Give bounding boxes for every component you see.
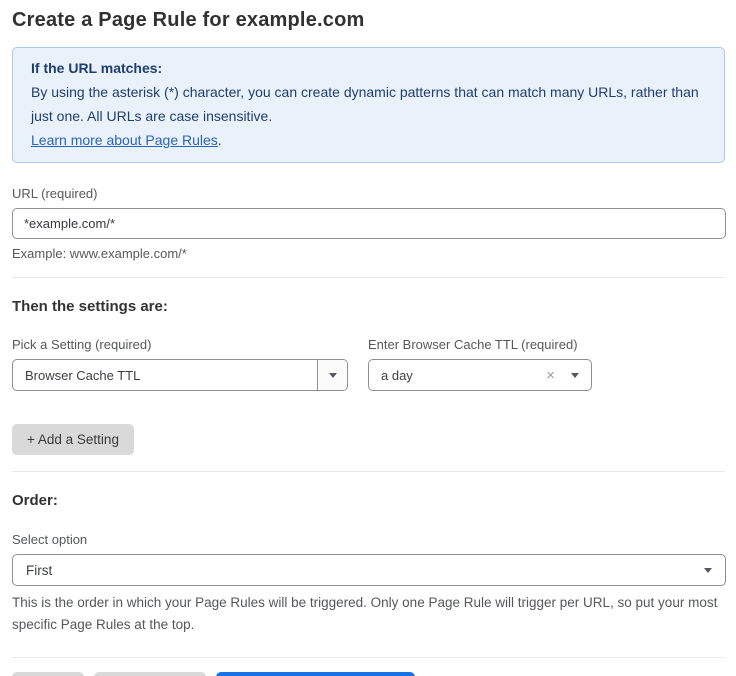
- ttl-picker-column: Enter Browser Cache TTL (required) a day…: [368, 315, 592, 391]
- url-helper-text: Example: www.example.com/*: [12, 246, 725, 261]
- order-select-label: Select option: [12, 532, 725, 547]
- divider: [12, 657, 725, 658]
- info-heading: If the URL matches:: [31, 56, 706, 80]
- order-select-value: First: [26, 563, 704, 578]
- order-select[interactable]: First: [12, 554, 726, 586]
- chevron-down-icon: [571, 373, 579, 378]
- setting-picker-column: Pick a Setting (required) Browser Cache …: [12, 315, 348, 391]
- learn-more-link[interactable]: Learn more about Page Rules: [31, 132, 218, 148]
- setting-select-value: Browser Cache TTL: [13, 360, 317, 390]
- divider: [12, 277, 725, 278]
- save-as-draft-button[interactable]: Save as Draft: [94, 672, 206, 676]
- url-input[interactable]: [12, 208, 726, 239]
- page-rule-form: Create a Page Rule for example.com If th…: [0, 0, 736, 676]
- save-and-deploy-button[interactable]: Save and Deploy Page Rule: [216, 672, 416, 676]
- url-field-label: URL (required): [12, 186, 725, 201]
- settings-section-heading: Then the settings are:: [12, 298, 725, 315]
- info-body: By using the asterisk (*) character, you…: [31, 80, 706, 128]
- order-helper-text: This is the order in which your Page Rul…: [12, 592, 724, 636]
- settings-row: Pick a Setting (required) Browser Cache …: [12, 315, 725, 391]
- setting-select-label: Pick a Setting (required): [12, 337, 348, 352]
- form-actions: Cancel Save as Draft Save and Deploy Pag…: [12, 672, 725, 676]
- setting-select[interactable]: Browser Cache TTL: [12, 359, 348, 391]
- chevron-down-icon: [329, 373, 337, 378]
- clear-icon[interactable]: ×: [546, 368, 555, 383]
- ttl-select-value: a day: [381, 368, 546, 383]
- info-link-line: Learn more about Page Rules.: [31, 128, 706, 152]
- url-match-info-callout: If the URL matches: By using the asteris…: [12, 47, 725, 163]
- cancel-button[interactable]: Cancel: [12, 672, 84, 676]
- setting-select-arrow-segment[interactable]: [317, 360, 347, 390]
- page-title: Create a Page Rule for example.com: [12, 9, 725, 32]
- ttl-select[interactable]: a day ×: [368, 359, 592, 391]
- divider: [12, 471, 725, 472]
- order-section-heading: Order:: [12, 492, 725, 509]
- add-setting-button[interactable]: + Add a Setting: [12, 424, 134, 455]
- ttl-select-label: Enter Browser Cache TTL (required): [368, 337, 592, 352]
- chevron-down-icon: [704, 568, 712, 573]
- info-link-suffix: .: [218, 132, 222, 148]
